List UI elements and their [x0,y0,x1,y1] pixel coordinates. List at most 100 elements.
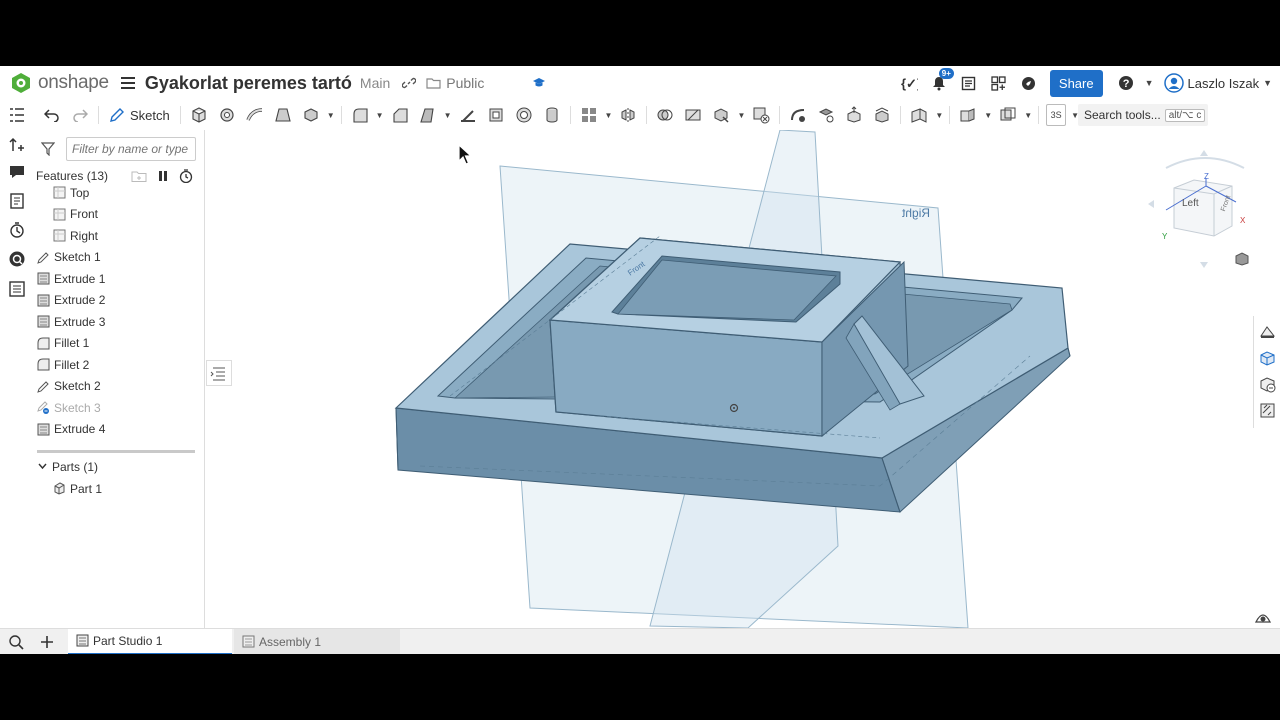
right-plane-label: Right [902,206,931,220]
chamfer-icon[interactable] [389,104,411,126]
delete-part-icon[interactable] [750,104,772,126]
graphics-settings-icon[interactable] [1255,610,1271,624]
feature-item-extrude-3[interactable]: Extrude 3 [37,311,105,332]
search-tools-input[interactable]: Search tools... alt/⌥ c [1078,104,1208,126]
notifications-icon[interactable]: 9+ [930,68,954,92]
pattern-dropdown-icon[interactable]: ▼ [605,111,613,120]
pattern-icon[interactable] [578,104,600,126]
help-dropdown-icon[interactable]: ▼ [1145,78,1154,88]
configuration-icon[interactable] [1259,376,1276,393]
feature-item-right[interactable]: Right [53,225,98,246]
toolbar-separator [646,106,648,124]
part-item-part-1[interactable]: Part 1 [53,478,102,499]
redo-icon[interactable] [69,104,91,126]
view-options-icon[interactable]: 3S [1046,104,1067,126]
rollback-bar[interactable] [37,450,195,453]
cylinder-icon[interactable] [541,104,563,126]
add-folder-icon[interactable] [131,169,147,183]
fillet-icon[interactable] [349,104,371,126]
thicken-dropdown-icon[interactable]: ▼ [327,111,335,120]
feature-item-extrude-2[interactable]: Extrude 2 [37,290,105,311]
tab-part-studio-1[interactable]: Part Studio 1 [68,628,232,654]
feature-item-fillet-2[interactable]: Fillet 2 [37,354,89,375]
feature-item-sketch-1[interactable]: Sketch 1 [37,247,101,268]
feature-item-fillet-1[interactable]: Fillet 1 [37,333,89,354]
thicken-icon[interactable] [300,104,322,126]
properties-icon[interactable] [8,280,26,298]
feature-label: Front [70,207,99,221]
graphics-viewport[interactable]: Right Front Left Front Z Y X [206,130,1252,628]
comments-icon[interactable] [8,163,26,181]
split-icon[interactable] [682,104,704,126]
appearance-icon[interactable] [8,192,26,210]
release-icon[interactable] [960,74,978,92]
measure-icon[interactable] [1259,402,1276,419]
share-button[interactable]: Share [1049,69,1103,97]
app-store-icon[interactable] [990,74,1008,92]
branch-label[interactable]: Main [360,75,390,91]
brand-name: onshape [38,72,109,93]
plane-dropdown-icon[interactable]: ▼ [935,111,943,120]
feature-item-extrude-1[interactable]: Extrude 1 [37,268,105,289]
main-menu-icon[interactable] [120,77,135,89]
sheet-metal-icon[interactable] [957,104,979,126]
render-mode-icon[interactable] [1234,252,1252,266]
transform-icon[interactable] [710,104,732,126]
learning-icon[interactable] [1020,74,1038,92]
delete-face-icon[interactable] [815,104,837,126]
rib-icon[interactable] [457,104,479,126]
document-title[interactable]: Gyakorlat peremes tartó [145,73,352,94]
feature-item-front[interactable]: Front [53,204,98,225]
transform-dropdown-icon[interactable]: ▼ [737,111,745,120]
history-icon[interactable] [8,221,26,239]
fillet-dropdown-icon[interactable]: ▼ [376,111,384,120]
shell-icon[interactable] [485,104,507,126]
tab-manager-icon[interactable] [8,634,26,650]
user-name: Laszlo Iszak [1187,75,1260,91]
link-icon[interactable] [402,76,417,90]
boolean-icon[interactable] [654,104,676,126]
folder-link[interactable]: Public [426,75,484,91]
plane-feature-icon [53,229,66,242]
revolve-icon[interactable] [216,104,238,126]
sheet-metal-dropdown-icon[interactable]: ▼ [984,111,992,120]
insert-icon[interactable] [8,136,26,154]
mirror-icon[interactable] [617,104,639,126]
modify-fillet-icon[interactable] [787,104,809,126]
extrude-icon[interactable] [188,104,210,126]
frames-dropdown-icon[interactable]: ▼ [1024,111,1032,120]
feature-filter-input[interactable] [66,137,196,161]
add-tab-icon[interactable] [40,635,54,649]
mass-properties-icon[interactable] [1259,350,1276,367]
variable-icon[interactable] [8,250,26,268]
variable-studio-icon[interactable]: {✓} [900,74,918,92]
draft-dropdown-icon[interactable]: ▼ [444,111,452,120]
feature-item-sketch-3[interactable]: Sketch 3 [37,397,101,418]
parts-header[interactable]: Parts (1) [37,456,98,477]
feature-label: Fillet 2 [54,357,90,372]
help-icon[interactable]: ? [1117,74,1135,92]
loft-icon[interactable] [272,104,294,126]
undo-icon[interactable] [41,104,63,126]
plane-icon[interactable] [908,104,930,126]
sweep-icon[interactable] [244,104,266,126]
features-count-label: Features (13) [36,169,109,183]
appearance-panel-icon[interactable] [1259,324,1276,341]
pause-icon[interactable] [157,170,169,182]
feature-item-extrude-4[interactable]: Extrude 4 [37,419,105,440]
sketch-button[interactable]: Sketch [103,107,176,123]
feature-item-sketch-2[interactable]: Sketch 2 [37,376,101,397]
move-face-icon[interactable] [843,104,865,126]
learning-center-icon[interactable] [532,77,546,89]
hole-icon[interactable] [513,104,535,126]
draft-icon[interactable] [417,104,439,126]
filter-icon[interactable] [41,142,55,156]
tab-assembly-1[interactable]: Assembly 1 [234,628,400,654]
part-model-3d[interactable] [206,130,1252,628]
frames-icon[interactable] [997,104,1019,126]
user-menu[interactable]: Laszlo Iszak ▼ [1163,73,1272,93]
timer-icon[interactable] [179,169,193,183]
feature-item-top[interactable]: Top [53,182,89,203]
onshape-logo[interactable]: onshape [10,72,109,94]
replace-face-icon[interactable] [871,104,893,126]
